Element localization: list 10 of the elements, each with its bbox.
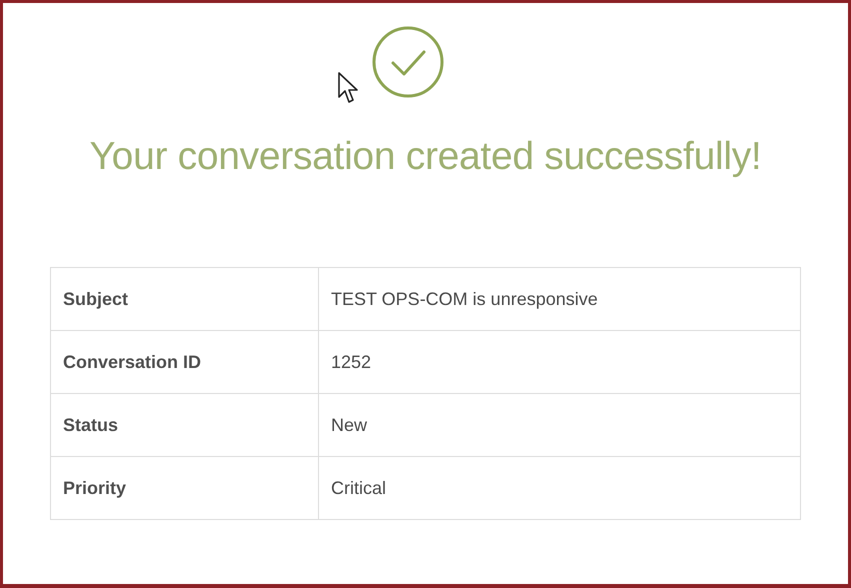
field-value: 1252 [318,330,800,394]
field-label: Status [50,394,318,456]
field-value: TEST OPS-COM is unresponsive [318,268,800,330]
success-heading: Your conversation created successfully! [90,135,762,179]
check-circle-icon [370,25,444,99]
field-label: Priority [50,456,318,520]
field-value: New [318,394,800,456]
field-label: Subject [50,268,318,330]
field-value: Critical [318,456,800,520]
field-label: Conversation ID [50,330,318,394]
